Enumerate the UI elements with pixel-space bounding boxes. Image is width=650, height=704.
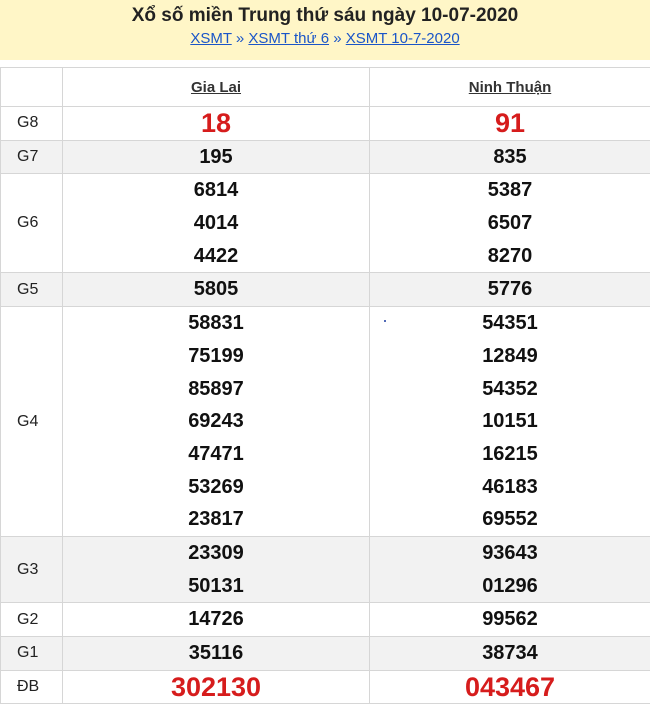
prize-number: 01296 <box>370 570 650 603</box>
prize-number: 5387 <box>370 174 650 207</box>
prize-number: 302130 <box>63 671 369 704</box>
breadcrumb-link-xsmt-thu-6[interactable]: XSMT thứ 6 <box>248 30 329 47</box>
prize-label: G7 <box>1 140 63 174</box>
prize-cell-ninh-thuan: 38734 <box>370 637 650 671</box>
prize-label: G1 <box>1 637 63 671</box>
prize-number: 50131 <box>63 570 369 603</box>
prize-cell-ninh-thuan: 835 <box>370 140 650 174</box>
results-table: Gia Lai Ninh Thuận G81891G7195835G668144… <box>0 67 650 704</box>
table-header-row: Gia Lai Ninh Thuận <box>1 68 650 107</box>
province-header-ninh-thuan: Ninh Thuận <box>370 68 650 107</box>
prize-number: 46183 <box>370 471 650 504</box>
prize-cell-ninh-thuan: 538765078270 <box>370 174 650 273</box>
prize-cell-gia-lai: 5805 <box>63 273 370 307</box>
prize-label: ĐB <box>1 670 63 704</box>
prize-label: G4 <box>1 307 63 537</box>
prize-number: 6507 <box>370 207 650 240</box>
prize-cell-gia-lai: 18 <box>63 107 370 141</box>
prize-number: 99562 <box>370 603 650 636</box>
prize-label: G6 <box>1 174 63 273</box>
page-header: Xổ số miền Trung thứ sáu ngày 10-07-2020… <box>0 0 650 60</box>
prize-row-g7: G7195835 <box>1 140 650 174</box>
prize-number: 93643 <box>370 537 650 570</box>
prize-number: 4422 <box>63 240 369 273</box>
prize-number: 53269 <box>63 471 369 504</box>
prize-number: 54351 <box>370 307 650 340</box>
province-link-gia-lai[interactable]: Gia Lai <box>191 79 241 96</box>
prize-number: 5805 <box>63 273 369 306</box>
prize-number: 043467 <box>370 671 650 704</box>
prize-number: 75199 <box>63 340 369 373</box>
prize-number: 38734 <box>370 637 650 670</box>
prize-number: 54352 <box>370 373 650 406</box>
prize-number: 10151 <box>370 405 650 438</box>
stray-dot <box>384 320 386 322</box>
prize-row-đb: ĐB302130043467 <box>1 670 650 704</box>
prize-cell-ninh-thuan: 043467 <box>370 670 650 704</box>
prize-number: 8270 <box>370 240 650 273</box>
prize-number: 91 <box>370 107 650 140</box>
breadcrumb-separator: » <box>333 30 341 47</box>
breadcrumb-link-xsmt-date[interactable]: XSMT 10-7-2020 <box>346 30 460 47</box>
prize-cell-gia-lai: 2330950131 <box>63 536 370 602</box>
prize-number: 35116 <box>63 637 369 670</box>
prize-cell-ninh-thuan: 91 <box>370 107 650 141</box>
prize-cell-gia-lai: 302130 <box>63 670 370 704</box>
prize-row-g4: G458831751998589769243474715326923817543… <box>1 307 650 537</box>
prize-label: G2 <box>1 603 63 637</box>
prize-number: 835 <box>370 141 650 174</box>
prize-number: 85897 <box>63 373 369 406</box>
prize-number: 12849 <box>370 340 650 373</box>
prize-number: 4014 <box>63 207 369 240</box>
prize-number: 69552 <box>370 503 650 536</box>
breadcrumb-separator: » <box>236 30 244 47</box>
prize-cell-ninh-thuan: 99562 <box>370 603 650 637</box>
prize-row-g8: G81891 <box>1 107 650 141</box>
prize-number: 23817 <box>63 503 369 536</box>
prize-number: 69243 <box>63 405 369 438</box>
prize-label: G5 <box>1 273 63 307</box>
prize-label: G8 <box>1 107 63 141</box>
prize-cell-ninh-thuan: 9364301296 <box>370 536 650 602</box>
prize-number: 195 <box>63 141 369 174</box>
prize-cell-gia-lai: 58831751998589769243474715326923817 <box>63 307 370 537</box>
prize-number: 18 <box>63 107 369 140</box>
prize-number: 58831 <box>63 307 369 340</box>
prize-number: 23309 <box>63 537 369 570</box>
prize-number: 47471 <box>63 438 369 471</box>
prize-cell-gia-lai: 681440144422 <box>63 174 370 273</box>
page-title: Xổ số miền Trung thứ sáu ngày 10-07-2020 <box>0 5 650 27</box>
prize-row-g3: G323309501319364301296 <box>1 536 650 602</box>
breadcrumb-link-xsmt[interactable]: XSMT <box>190 30 231 47</box>
prize-number: 5776 <box>370 273 650 306</box>
prize-number: 16215 <box>370 438 650 471</box>
prize-cell-gia-lai: 195 <box>63 140 370 174</box>
prize-cell-gia-lai: 14726 <box>63 603 370 637</box>
prize-header-cell <box>1 68 63 107</box>
prize-cell-ninh-thuan: 5776 <box>370 273 650 307</box>
prize-label: G3 <box>1 536 63 602</box>
prize-cell-gia-lai: 35116 <box>63 637 370 671</box>
prize-row-g2: G21472699562 <box>1 603 650 637</box>
province-header-gia-lai: Gia Lai <box>63 68 370 107</box>
prize-row-g1: G13511638734 <box>1 637 650 671</box>
prize-row-g6: G6681440144422538765078270 <box>1 174 650 273</box>
prize-cell-ninh-thuan: 54351128495435210151162154618369552 <box>370 307 650 537</box>
prize-row-g5: G558055776 <box>1 273 650 307</box>
breadcrumb: XSMT » XSMT thứ 6 » XSMT 10-7-2020 <box>0 29 650 49</box>
province-link-ninh-thuan[interactable]: Ninh Thuận <box>469 79 552 96</box>
prize-number: 6814 <box>63 174 369 207</box>
prize-number: 14726 <box>63 603 369 636</box>
